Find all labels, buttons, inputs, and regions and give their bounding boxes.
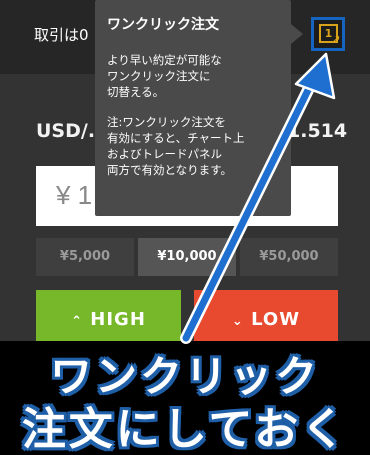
caption-line-2: 注文にしておく: [21, 404, 349, 455]
tooltip-body-line: ワンクリック注文に: [107, 69, 211, 83]
trade-label: 取引は0: [34, 26, 89, 44]
tooltip-body: より早い約定が可能な ワンクリック注文に 切替える。: [107, 52, 279, 100]
one-click-toggle-button[interactable]: 1 ➚: [311, 17, 345, 51]
preset-50000-button[interactable]: ¥50,000: [240, 238, 338, 276]
cursor-arrow-icon: ➚: [331, 32, 342, 46]
tooltip-note-line: 注:ワンクリック注文を: [107, 115, 226, 129]
tooltip-note-line: 両方で有効となります。: [107, 163, 233, 177]
chevron-up-icon: ⌃: [71, 314, 83, 329]
one-click-tooltip: ワンクリック注文 より早い約定が可能な ワンクリック注文に 切替える。 注:ワン…: [95, 0, 291, 216]
tooltip-note-line: 有効にすると、チャート上: [107, 131, 245, 145]
currency-pair: USD/.: [36, 120, 96, 142]
preset-5000-button[interactable]: ¥5,000: [36, 238, 134, 276]
tooltip-note-line: およびトレードパネル: [107, 147, 222, 161]
tooltip-pointer: [291, 24, 303, 44]
preset-10000-button[interactable]: ¥10,000: [138, 238, 236, 276]
tooltip-note: 注:ワンクリック注文を 有効にすると、チャート上 およびトレードパネル 両方で有…: [107, 114, 279, 178]
tooltip-body-line: 切替える。: [107, 85, 165, 99]
high-label: HIGH: [90, 309, 146, 330]
amount-value: ¥ 1: [56, 180, 93, 210]
tooltip-title: ワンクリック注文: [107, 17, 219, 33]
current-rate: 1.514: [287, 120, 348, 142]
chevron-down-icon: ⌄: [231, 314, 244, 329]
tooltip-body-line: より早い約定が可能な: [107, 53, 222, 67]
low-label: LOW: [251, 309, 301, 330]
